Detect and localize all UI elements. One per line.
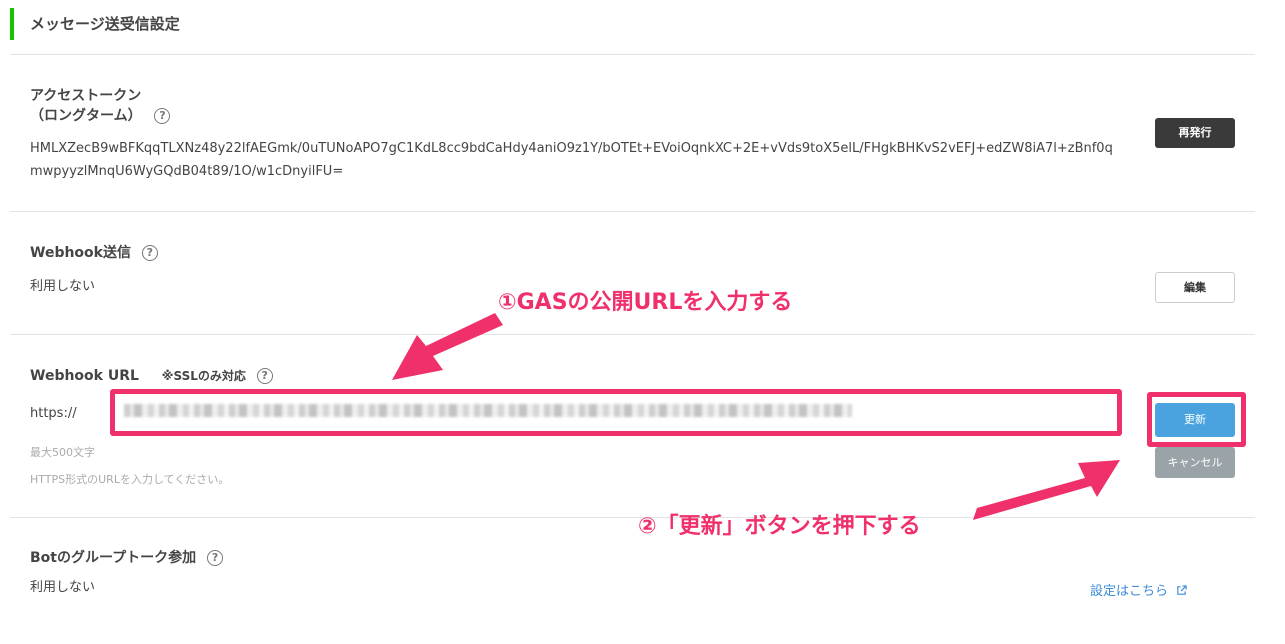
annotation-arrows: [392, 313, 1120, 520]
arrow-to-input: [392, 313, 503, 380]
arrow-to-button: [973, 460, 1120, 520]
